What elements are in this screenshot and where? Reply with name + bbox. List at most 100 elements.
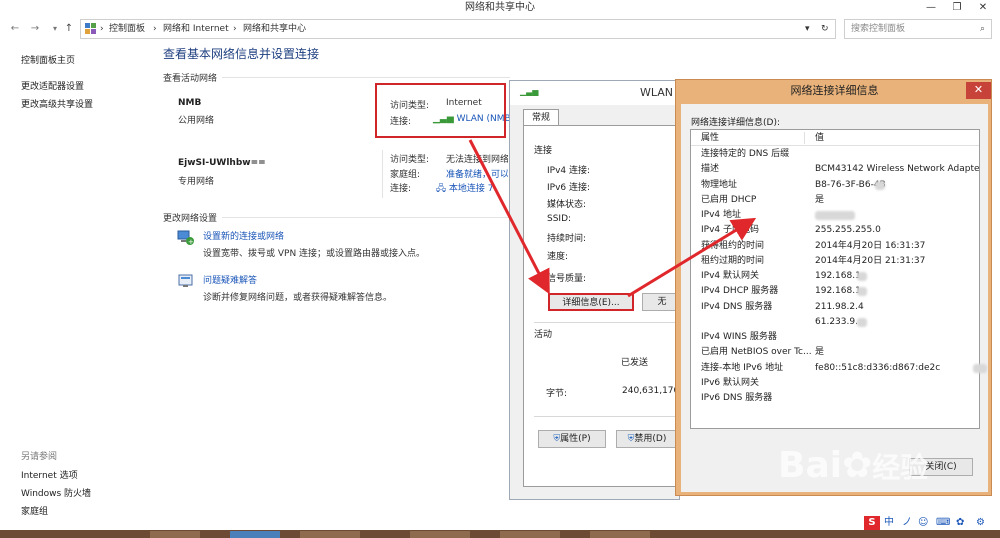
- divider: [534, 322, 684, 323]
- details-row[interactable]: 连接特定的 DNS 后缀: [691, 147, 979, 162]
- taskbar-button[interactable]: [230, 531, 280, 538]
- taskbar-button[interactable]: [410, 531, 470, 538]
- back-arrow-icon[interactable]: ←: [8, 22, 22, 36]
- details-row-property: 已启用 DHCP: [701, 194, 757, 205]
- details-row[interactable]: IPv6 DNS 服务器: [691, 391, 979, 406]
- svg-text:+: +: [188, 238, 194, 246]
- new-connection-icon: +: [177, 230, 194, 246]
- ime-punctuation-icon[interactable]: ノ: [902, 515, 912, 531]
- column-header-value[interactable]: 值: [815, 130, 824, 146]
- details-row[interactable]: 物理地址 B8-76-3F-B6-4B: [691, 178, 979, 193]
- details-row[interactable]: 61.233.9.: [691, 315, 979, 330]
- redacted-blur: [815, 211, 855, 220]
- ime-keyboard-icon[interactable]: ⌨: [936, 515, 950, 531]
- breadcrumb-control-panel[interactable]: 控制面板: [109, 20, 145, 38]
- page-title: 查看基本网络信息并设置连接: [163, 47, 320, 61]
- forward-arrow-icon[interactable]: →: [28, 22, 42, 36]
- details-row[interactable]: IPv4 WINS 服务器: [691, 330, 979, 345]
- details-list-header: 属性 值: [691, 130, 979, 146]
- details-row[interactable]: IPv4 默认网关 192.168.1.: [691, 269, 979, 284]
- minimize-button[interactable]: —: [918, 0, 944, 16]
- details-row[interactable]: IPv4 DHCP 服务器 192.168.1.: [691, 284, 979, 299]
- search-input[interactable]: 搜索控制面板 ⌕: [844, 19, 992, 39]
- setup-connection-link[interactable]: 设置新的连接或网络: [203, 229, 284, 242]
- restore-button[interactable]: ❐: [944, 0, 970, 16]
- breadcrumb-network-internet[interactable]: 网络和 Internet: [163, 20, 229, 38]
- details-row[interactable]: 租约过期的时间 2014年4月20日 21:31:37: [691, 254, 979, 269]
- tab-panel: 连接 IPv4 连接: IPv6 连接: 媒体状态: SSID: 持续时间: 速…: [523, 125, 684, 487]
- ime-settings-icon[interactable]: ⚙: [976, 515, 985, 531]
- taskbar-button[interactable]: [590, 531, 650, 538]
- details-list[interactable]: 属性 值 连接特定的 DNS 后缀描述 BCM43142 Wireless Net…: [690, 129, 987, 429]
- details-row[interactable]: 已启用 NetBIOS over Tc... 是: [691, 345, 979, 360]
- search-placeholder: 搜索控制面板: [851, 24, 906, 34]
- watermark-brand-text: Bai: [778, 445, 843, 486]
- sidebar-home-link[interactable]: 控制面板主页: [21, 55, 75, 67]
- homegroup-link[interactable]: 准备就绪，可以: [446, 167, 508, 180]
- divider: [222, 217, 510, 218]
- ime-mode-chinese[interactable]: 中: [884, 515, 894, 531]
- see-also-homegroup[interactable]: 家庭组: [21, 506, 48, 518]
- wlan-status-dialog: ▁▃▅ WLAN 常规 连接 IPv4 连接: IPv6 连接: 媒体状态: S…: [509, 80, 684, 500]
- watermark-url: jingyan.baidu.com: [772, 495, 883, 509]
- ime-emoji-icon[interactable]: ☺: [918, 515, 928, 531]
- divider: [534, 416, 684, 417]
- address-input[interactable]: › 控制面板 › 网络和 Internet › 网络和共享中心 ▾ ↻: [80, 19, 836, 39]
- troubleshoot-link[interactable]: 问题疑难解答: [203, 273, 257, 286]
- window-title-bar: 网络和共享中心: [0, 0, 1000, 16]
- breadcrumb-network-sharing[interactable]: 网络和共享中心: [243, 20, 306, 38]
- search-icon[interactable]: ⌕: [980, 20, 985, 38]
- close-button[interactable]: ✕: [970, 0, 996, 16]
- sogou-ime-icon[interactable]: S: [864, 516, 880, 530]
- bytes-sent-value: 240,631,170: [622, 386, 680, 396]
- recent-dropdown-icon[interactable]: ▾: [48, 22, 62, 36]
- paw-icon: ✿: [842, 445, 873, 486]
- network-name: NMB: [178, 98, 202, 108]
- details-row[interactable]: 获得租约的时间 2014年4月20日 16:31:37: [691, 239, 979, 254]
- troubleshoot-icon: [178, 274, 193, 287]
- details-row[interactable]: IPv6 默认网关: [691, 376, 979, 391]
- column-header-property[interactable]: 属性: [701, 130, 719, 146]
- ime-toolbar[interactable]: S 中 ノ ☺ ⌨ ✿ ⚙: [862, 515, 1000, 531]
- details-row[interactable]: IPv4 子网掩码 255.255.255.0: [691, 223, 979, 238]
- details-row[interactable]: 描述 BCM43142 Wireless Network Adapter: [691, 162, 979, 177]
- local-connection-link[interactable]: 🖧 本地连接 7: [436, 181, 508, 197]
- sidebar-item-adapter-settings[interactable]: 更改适配器设置: [21, 81, 84, 93]
- see-also-windows-firewall[interactable]: Windows 防火墙: [21, 488, 91, 500]
- details-row-property: 连接-本地 IPv6 地址: [701, 362, 784, 373]
- sidebar-item-advanced-sharing[interactable]: 更改高级共享设置: [21, 99, 93, 111]
- refresh-icon[interactable]: ↻: [821, 20, 829, 38]
- properties-label: 属性(P): [560, 434, 591, 444]
- up-arrow-icon[interactable]: ↑: [62, 22, 76, 36]
- disable-button[interactable]: ⛨禁用(D): [616, 430, 678, 448]
- network-type-link[interactable]: 专用网络: [178, 174, 214, 187]
- ime-skin-icon[interactable]: ✿: [956, 515, 964, 531]
- taskbar-button[interactable]: [300, 531, 360, 538]
- details-row-property: 已启用 NetBIOS over Tc...: [701, 347, 812, 358]
- taskbar-button[interactable]: [500, 531, 560, 538]
- wifi-signal-icon: ▁▃▅: [520, 87, 539, 96]
- change-settings-title: 更改网络设置: [163, 214, 218, 224]
- network-type-link[interactable]: 公用网络: [178, 113, 214, 126]
- speed-label: 速度:: [547, 252, 569, 262]
- details-row[interactable]: 已启用 DHCP 是: [691, 193, 979, 208]
- address-dropdown-icon[interactable]: ▾: [805, 20, 810, 38]
- ssid-label: SSID:: [547, 214, 572, 224]
- details-row[interactable]: 连接-本地 IPv6 地址 fe80::51c8:d336:d867:de2c: [691, 361, 979, 376]
- details-button[interactable]: 详细信息(E)...: [548, 293, 634, 311]
- column-divider: [804, 132, 805, 144]
- properties-button[interactable]: ⛨属性(P): [538, 430, 606, 448]
- details-row-property: 连接特定的 DNS 后缀: [701, 149, 790, 159]
- see-also-internet-options[interactable]: Internet 选项: [21, 470, 78, 482]
- details-row-value: fe80::51c8:d336:d867:de2c: [815, 362, 941, 373]
- homegroup-label: 家庭组:: [390, 170, 421, 180]
- tab-general[interactable]: 常规: [523, 109, 559, 126]
- local-connection-label: 本地连接 7: [448, 184, 494, 194]
- details-close-icon[interactable]: ✕: [966, 82, 991, 99]
- details-row-property: IPv4 地址: [701, 210, 741, 220]
- taskbar-button[interactable]: [150, 531, 200, 538]
- redacted-blur: [973, 363, 987, 373]
- access-type-label: 访问类型:: [390, 155, 430, 165]
- connection-label: 连接:: [390, 184, 412, 194]
- details-row[interactable]: IPv4 DNS 服务器 211.98.2.4: [691, 300, 979, 315]
